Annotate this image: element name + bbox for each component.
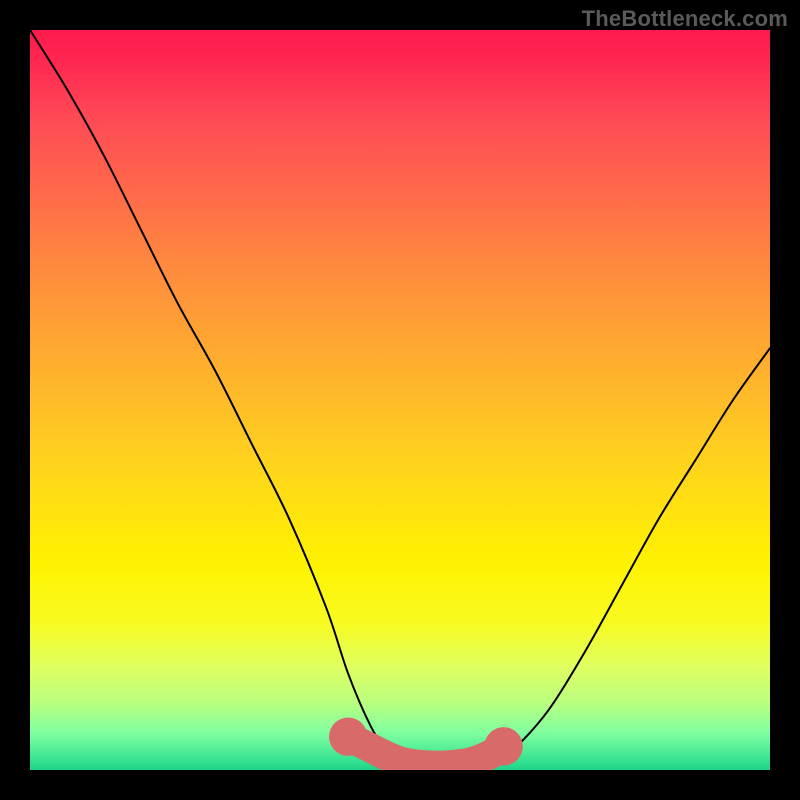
optimal-range-endpoint <box>484 727 522 765</box>
bottleneck-curve <box>30 30 770 768</box>
chart-plot-area <box>30 30 770 770</box>
optimal-range-band <box>348 737 503 766</box>
chart-svg <box>30 30 770 770</box>
watermark-text: TheBottleneck.com <box>582 6 788 32</box>
chart-curve <box>30 30 770 768</box>
optimal-range-endpoint <box>329 718 367 756</box>
chart-frame: TheBottleneck.com <box>0 0 800 800</box>
chart-markers <box>329 718 523 766</box>
